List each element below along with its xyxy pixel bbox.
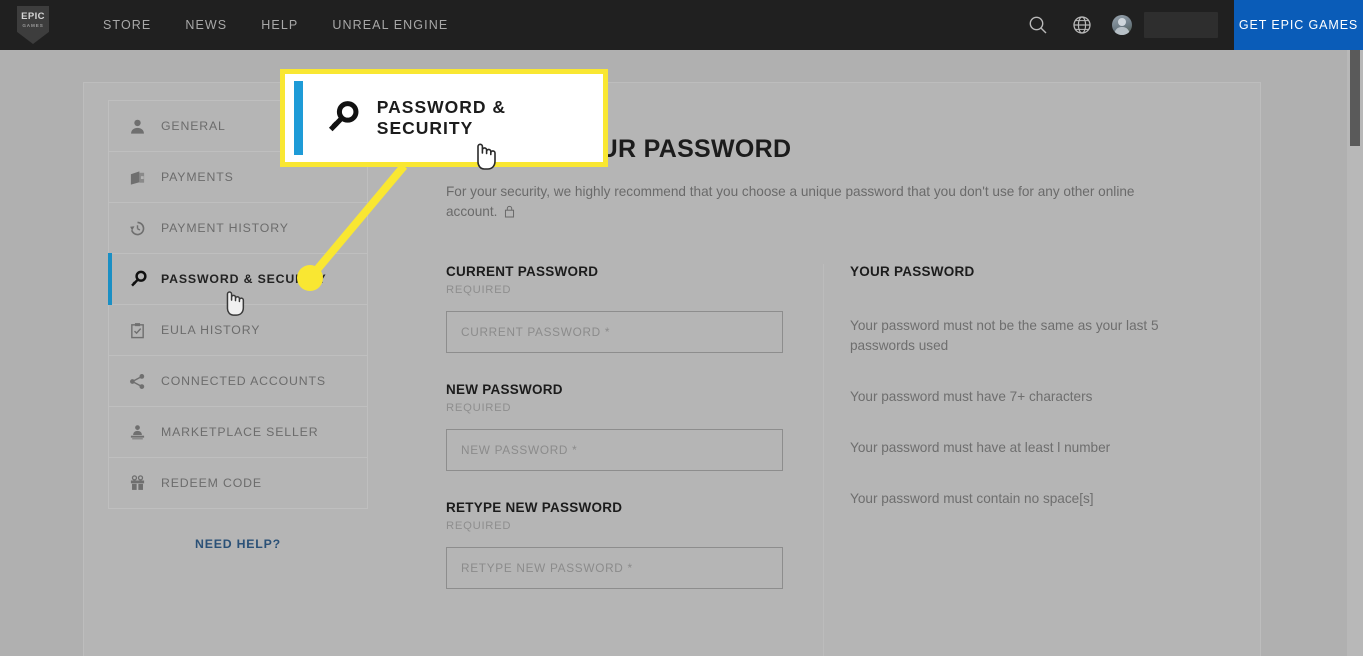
seller-icon: [129, 424, 155, 441]
field-retype-new-password: RETYPE NEW PASSWORD REQUIRED: [446, 500, 823, 589]
callout-accent-bar: [294, 81, 303, 155]
sidebar-item-label: REDEEM CODE: [161, 476, 262, 490]
gift-icon: [129, 474, 155, 492]
field-label: CURRENT PASSWORD: [446, 264, 599, 279]
key-icon: [129, 270, 155, 289]
wallet-icon: [129, 169, 155, 186]
settings-sidebar: GENERAL PAYMENTS PAYMENT HISTORY PASSWOR…: [108, 100, 368, 551]
requirements-heading: YOUR PASSWORD: [850, 264, 975, 279]
epic-games-logo[interactable]: EPIC GAMES: [6, 0, 60, 50]
logo-games-text: GAMES: [22, 23, 44, 28]
field-required-note: REQUIRED: [446, 520, 512, 532]
sidebar-item-label: MARKETPLACE SELLER: [161, 425, 319, 439]
field-required-note: REQUIRED: [446, 284, 512, 296]
field-label: NEW PASSWORD: [446, 382, 563, 397]
nav-links: STORE NEWS HELP UNREAL ENGINE: [86, 0, 465, 50]
form-columns: CURRENT PASSWORD REQUIRED NEW PASSWORD R…: [446, 264, 1236, 656]
username-field[interactable]: [1144, 12, 1218, 38]
clipboard-check-icon: [129, 322, 155, 339]
sidebar-item-label: GENERAL: [161, 119, 226, 133]
history-icon: [129, 220, 155, 237]
search-icon[interactable]: [1016, 0, 1060, 50]
new-password-input[interactable]: [446, 429, 783, 471]
field-required-note: REQUIRED: [446, 402, 512, 414]
password-form: CURRENT PASSWORD REQUIRED NEW PASSWORD R…: [446, 264, 823, 656]
sidebar-item-connected-accounts[interactable]: CONNECTED ACCOUNTS: [109, 356, 367, 407]
main-content: CHANGE YOUR PASSWORD For your security, …: [446, 100, 1236, 656]
sidebar-item-label: PAYMENT HISTORY: [161, 221, 289, 235]
sidebar-item-redeem-code[interactable]: REDEEM CODE: [109, 458, 367, 509]
field-label: RETYPE NEW PASSWORD: [446, 500, 623, 515]
password-requirements: YOUR PASSWORD Your password must not be …: [824, 264, 1209, 656]
sidebar-item-label: PAYMENTS: [161, 170, 234, 184]
page-description-text: For your security, we highly recommend t…: [446, 184, 1135, 219]
sidebar-item-label: CONNECTED ACCOUNTS: [161, 374, 326, 388]
page-root: EPIC GAMES STORE NEWS HELP UNREAL ENGINE: [0, 0, 1363, 656]
nav-link-store[interactable]: STORE: [86, 0, 168, 50]
sidebar-item-marketplace-seller[interactable]: MARKETPLACE SELLER: [109, 407, 367, 458]
callout-label: PASSWORD & SECURITY: [376, 97, 507, 138]
sidebar-item-eula-history[interactable]: EULA HISTORY: [109, 305, 367, 356]
sidebar-item-password-security[interactable]: PASSWORD & SECURITY: [108, 253, 367, 305]
nav-right-cluster: GET EPIC GAMES: [1016, 0, 1363, 50]
field-current-password: CURRENT PASSWORD REQUIRED: [446, 264, 823, 353]
page-description: For your security, we highly recommend t…: [446, 182, 1181, 224]
key-icon: [325, 100, 361, 136]
nav-link-help[interactable]: HELP: [244, 0, 315, 50]
logo-epic-text: EPIC: [21, 11, 45, 22]
person-icon: [129, 118, 155, 135]
requirement-item: Your password must have 7+ characters: [850, 389, 1093, 404]
top-navigation-bar: EPIC GAMES STORE NEWS HELP UNREAL ENGINE: [0, 0, 1363, 50]
account-menu[interactable]: [1112, 12, 1218, 38]
field-new-password: NEW PASSWORD REQUIRED: [446, 382, 823, 471]
lock-icon: [504, 204, 515, 224]
requirement-item: Your password must not be the same as yo…: [850, 318, 1159, 353]
nav-link-news[interactable]: NEWS: [168, 0, 244, 50]
nav-link-unreal-engine[interactable]: UNREAL ENGINE: [315, 0, 465, 50]
epic-games-logo-shield: EPIC GAMES: [17, 6, 49, 44]
avatar: [1112, 15, 1132, 35]
current-password-input[interactable]: [446, 311, 783, 353]
globe-icon[interactable]: [1060, 0, 1104, 50]
need-help-link[interactable]: NEED HELP?: [108, 537, 368, 551]
sidebar-item-payment-history[interactable]: PAYMENT HISTORY: [109, 203, 367, 254]
requirement-item: Your password must contain no space[s]: [850, 491, 1094, 506]
share-icon: [129, 373, 155, 390]
sidebar-item-label: EULA HISTORY: [161, 323, 261, 337]
zoom-callout-password-security: PASSWORD & SECURITY: [280, 69, 608, 167]
get-epic-games-button[interactable]: GET EPIC GAMES: [1234, 0, 1363, 50]
sidebar-item-label: PASSWORD & SECURITY: [161, 272, 327, 286]
retype-new-password-input[interactable]: [446, 547, 783, 589]
requirement-item: Your password must have at least l numbe…: [850, 440, 1111, 455]
